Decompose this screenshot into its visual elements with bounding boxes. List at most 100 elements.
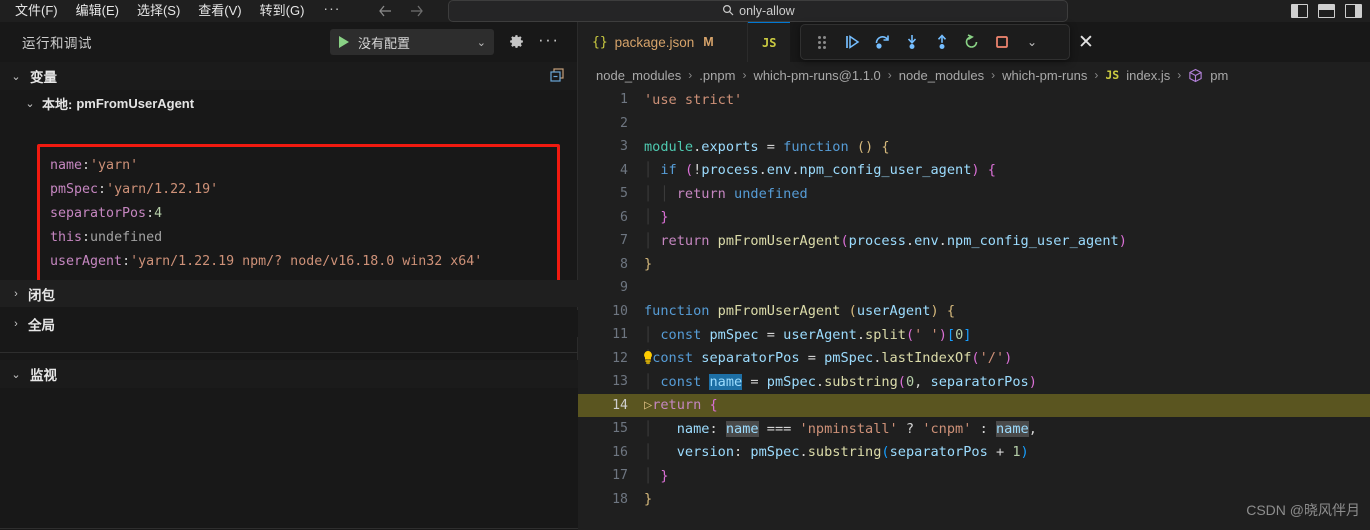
variable-value: undefined <box>90 229 163 245</box>
scope-closure-label: 闭包 <box>28 287 55 303</box>
variable-separator: : <box>98 181 107 197</box>
close-icon[interactable]: ✕ <box>1078 31 1094 54</box>
breadcrumb-item[interactable]: which-pm-runs@1.1.0 <box>753 68 880 83</box>
code-line: 11 │ const pmSpec = userAgent.split(' ')[… <box>578 323 1370 347</box>
breadcrumb: node_modules › .pnpm › which-pm-runs@1.1… <box>578 62 1370 88</box>
line-number: 8 <box>620 256 628 272</box>
code-line: 10 function pmFromUserAgent (userAgent) { <box>578 300 1370 324</box>
restart-icon[interactable] <box>957 27 987 57</box>
editor-tab-bar: {} package.json M JS ⌄ ✕ <box>578 22 1370 62</box>
tab-package-json[interactable]: {} package.json M <box>578 22 748 62</box>
debug-toolbar[interactable]: ⌄ <box>800 24 1070 60</box>
breadcrumb-item[interactable]: .pnpm <box>699 68 735 83</box>
watch-expressions-list[interactable] <box>0 388 578 530</box>
arrow-left-icon[interactable] <box>378 4 394 18</box>
chevron-down-icon[interactable]: ⌄ <box>8 368 24 381</box>
line-number: 14 <box>612 397 628 413</box>
js-icon: JS <box>762 35 777 50</box>
toggle-panel-icon[interactable] <box>1318 4 1335 18</box>
code-editor[interactable]: 1 'use strict' 2 3 module.exports = functi… <box>578 88 1370 530</box>
sidebar-header: 运行和调试 没有配置 ⌄ ··· <box>0 22 577 62</box>
step-out-icon[interactable] <box>927 27 957 57</box>
gear-icon[interactable] <box>508 33 525 53</box>
variable-name: this <box>50 229 83 245</box>
line-content: │ } <box>644 209 669 226</box>
breadcrumb-separator: › <box>1177 68 1182 82</box>
continue-icon[interactable] <box>837 27 867 57</box>
launch-configuration-selector[interactable]: 没有配置 ⌄ <box>330 29 494 55</box>
scope-global-row[interactable]: › 全局 <box>0 310 578 337</box>
chevron-down-icon[interactable]: ⌄ <box>22 97 38 110</box>
scope-closure-row[interactable]: › 闭包 <box>0 280 578 307</box>
line-content: } <box>644 491 653 508</box>
chevron-right-icon[interactable]: › <box>8 288 24 300</box>
panel-divider <box>0 352 578 353</box>
lightbulb-icon[interactable] <box>642 350 653 364</box>
tab-label: package.json <box>614 34 695 50</box>
chevron-down-icon[interactable]: ⌄ <box>1017 27 1047 57</box>
sidebar-more-actions-icon[interactable]: ··· <box>538 30 559 50</box>
line-number: 18 <box>612 491 628 507</box>
line-content: } <box>644 256 653 273</box>
variable-separator: : <box>82 229 91 245</box>
line-content: │ if (!process.env.npm_config_user_agent… <box>644 162 996 179</box>
menu-overflow-icon[interactable]: ··· <box>313 0 350 16</box>
line-number: 9 <box>620 280 628 296</box>
scope-local-row[interactable]: ⌄ 本地: pmFromUserAgent <box>0 90 577 116</box>
line-number: 16 <box>612 444 628 460</box>
line-number: 1 <box>620 92 628 108</box>
editor-area: {} package.json M JS ⌄ ✕ node_modules › … <box>578 22 1370 530</box>
line-number: 10 <box>612 303 628 319</box>
menu-item-view[interactable]: 查看(V) <box>189 0 250 22</box>
breadcrumb-item[interactable]: index.js <box>1126 68 1170 83</box>
variable-row[interactable]: pmSpec: 'yarn/1.22.19' <box>50 177 557 201</box>
run-and-debug-sidebar: 运行和调试 没有配置 ⌄ ··· ⌄ 变量 ⌄ 本地: pmFromUserAg… <box>0 22 578 530</box>
breadcrumb-separator: › <box>742 68 747 82</box>
highlighted-token: name <box>725 420 759 437</box>
line-content: │ } <box>644 467 669 484</box>
code-line: 17 │ } <box>578 464 1370 488</box>
breadcrumb-separator: › <box>1094 68 1099 82</box>
code-line: 4 │ if (!process.env.npm_config_user_agen… <box>578 159 1370 183</box>
symbol-cube-icon <box>1188 68 1203 83</box>
section-variables[interactable]: ⌄ 变量 <box>0 62 577 90</box>
highlighted-token: name <box>995 420 1029 437</box>
tab-index-js[interactable]: JS <box>748 22 791 62</box>
step-over-icon[interactable] <box>867 27 897 57</box>
code-line: 1 'use strict' <box>578 88 1370 112</box>
drag-handle-icon[interactable] <box>807 27 837 57</box>
chevron-right-icon[interactable]: › <box>8 318 24 330</box>
collapse-all-icon[interactable] <box>549 67 565 86</box>
quick-open-input[interactable]: only-allow <box>448 0 1069 22</box>
breadcrumb-separator: › <box>991 68 996 82</box>
variable-row[interactable]: userAgent: 'yarn/1.22.19 npm/? node/v16.… <box>50 249 557 273</box>
play-icon[interactable] <box>336 36 352 48</box>
line-content: │ const pmSpec = userAgent.split(' ')[0] <box>644 326 972 343</box>
variable-row[interactable]: this: undefined <box>50 225 557 249</box>
chevron-down-icon[interactable]: ⌄ <box>477 36 490 49</box>
breadcrumb-item[interactable]: which-pm-runs <box>1002 68 1087 83</box>
breadcrumb-item[interactable]: node_modules <box>596 68 681 83</box>
menu-item-go[interactable]: 转到(G) <box>251 0 314 22</box>
sidebar-title: 运行和调试 <box>22 36 92 51</box>
breadcrumb-item[interactable]: node_modules <box>899 68 984 83</box>
variable-separator: : <box>122 253 131 269</box>
toggle-secondary-sidebar-icon[interactable] <box>1345 4 1362 18</box>
variable-row[interactable]: name: 'yarn' <box>50 153 557 177</box>
stop-icon[interactable] <box>987 27 1017 57</box>
step-into-icon[interactable] <box>897 27 927 57</box>
variable-row[interactable]: separatorPos: 4 <box>50 201 557 225</box>
chevron-down-icon[interactable]: ⌄ <box>8 70 24 83</box>
menu-item-edit[interactable]: 编辑(E) <box>67 0 128 22</box>
section-watch[interactable]: ⌄ 监视 <box>0 360 578 388</box>
line-number: 3 <box>620 139 628 155</box>
menu-item-selection[interactable]: 选择(S) <box>128 0 189 22</box>
section-variables-label: 变量 <box>30 70 57 85</box>
arrow-right-icon[interactable] <box>408 4 424 18</box>
menu-item-file[interactable]: 文件(F) <box>6 0 67 22</box>
variable-separator: : <box>82 157 91 173</box>
line-content: function pmFromUserAgent (userAgent) { <box>644 303 956 320</box>
toggle-primary-sidebar-icon[interactable] <box>1291 4 1308 18</box>
variables-actions <box>549 67 577 86</box>
breadcrumb-item[interactable]: pm <box>1210 68 1228 83</box>
